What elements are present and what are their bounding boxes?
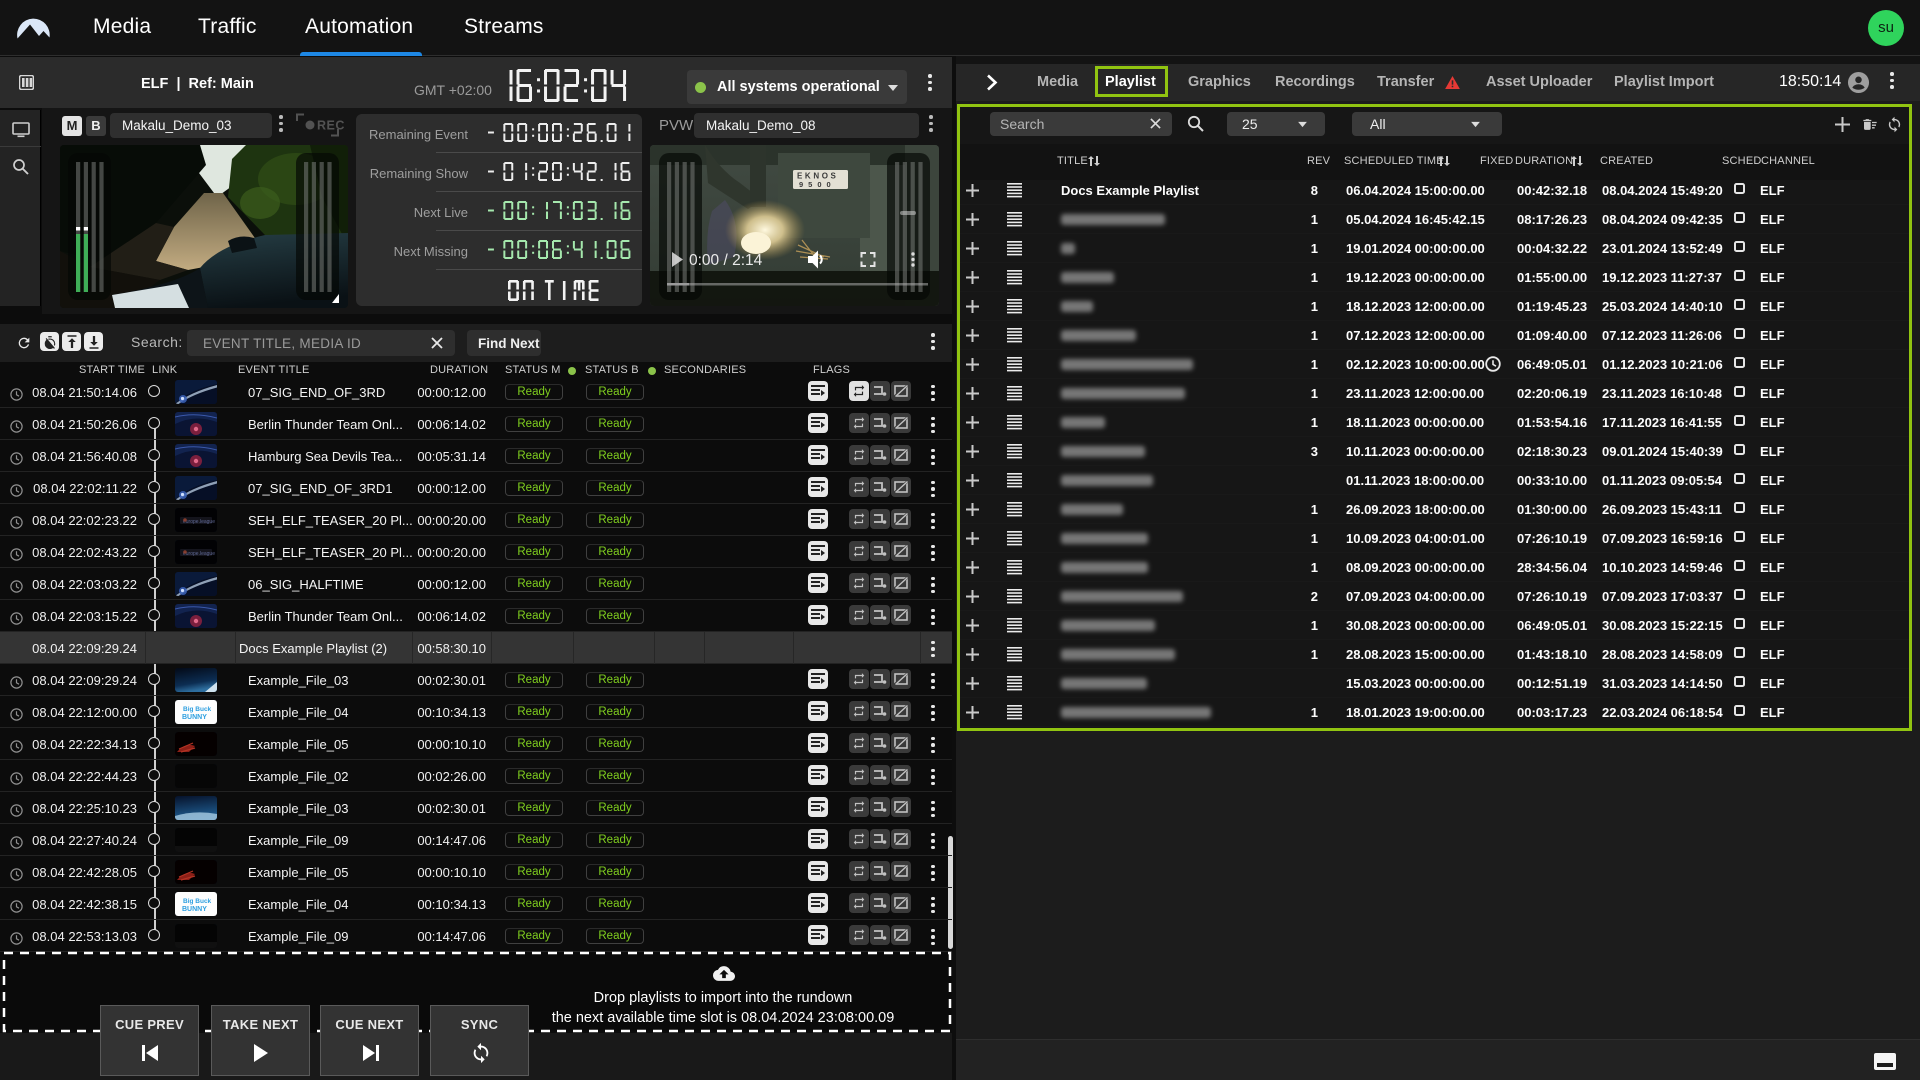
svg-text:Big Buck: Big Buck [183,706,212,713]
svg-text:BUNNY: BUNNY [182,714,207,721]
svg-text:Big Buck: Big Buck [183,898,212,905]
svg-text:BUNNY: BUNNY [182,906,207,913]
svg-text:0:00 / 2:14: 0:00 / 2:14 [689,252,763,269]
svg-text:REC: REC [317,119,345,133]
svg-text:europe.league: europe.league [183,519,215,525]
svg-text:europe.league: europe.league [183,551,215,557]
svg-text:9500: 9500 [799,180,836,189]
